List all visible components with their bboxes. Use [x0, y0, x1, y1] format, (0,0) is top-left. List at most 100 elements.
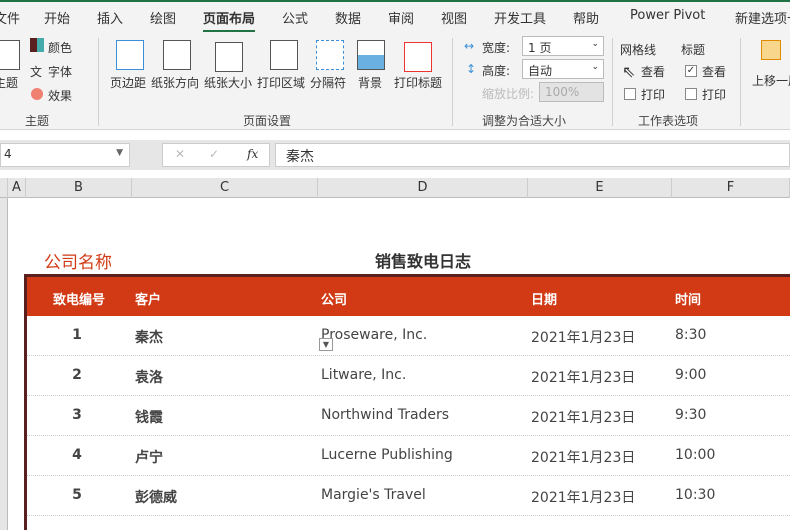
tab-file[interactable]: 文件	[0, 8, 20, 27]
header-customer[interactable]: 客户	[135, 289, 161, 308]
header-company[interactable]: 公司	[321, 289, 347, 308]
tab-draw[interactable]: 绘图	[150, 8, 176, 27]
cell-time[interactable]: 10:00	[675, 447, 715, 463]
enter-icon[interactable]: ✓	[209, 147, 219, 161]
column-header-f[interactable]: F	[672, 178, 790, 198]
print-area-button[interactable]: 打印区域	[257, 74, 305, 91]
height-icon: ↕	[466, 62, 477, 76]
fonts-icon: 文	[30, 65, 43, 79]
sheet-title[interactable]: 销售致电日志	[318, 248, 528, 272]
tab-help[interactable]: 帮助	[573, 8, 599, 27]
cell-date[interactable]: 2021年1月23日	[531, 327, 635, 347]
divider	[612, 38, 613, 126]
print-area-icon	[270, 40, 298, 70]
margins-button[interactable]: 页边距	[110, 74, 146, 91]
table-header: 致电编号 客户 公司 日期 时间	[27, 274, 790, 316]
themes-button[interactable]: 主题	[0, 74, 18, 91]
bring-forward-button[interactable]: 上移一层	[752, 72, 790, 89]
column-header-a[interactable]: A	[8, 178, 26, 198]
tab-page-layout[interactable]: 页面布局	[203, 8, 256, 33]
table-row: 4 卢宁 Lucerne Publishing 2021年1月23日 10:00	[27, 436, 790, 476]
header-call-id[interactable]: 致电编号	[53, 289, 105, 308]
company-name[interactable]: 公司名称	[44, 248, 112, 273]
cell-date[interactable]: 2021年1月23日	[531, 367, 635, 387]
group-label-theme: 主题	[25, 114, 50, 128]
cell-company[interactable]: Margie's Travel	[321, 487, 426, 503]
height-label: 高度:	[482, 64, 511, 78]
cell-customer[interactable]: 秦杰	[135, 327, 163, 347]
call-log-table: 致电编号 客户 公司 日期 时间 1 秦杰 Proseware, Inc. 2021年…	[24, 274, 790, 530]
header-date[interactable]: 日期	[531, 289, 557, 308]
width-dropdown[interactable]: 1 页 ⌄	[522, 36, 604, 56]
effects-button[interactable]: 效果	[48, 87, 72, 104]
cell-time[interactable]: 9:30	[675, 407, 706, 423]
ribbon-tabs: 文件 开始 插入 绘图 页面布局 公式 数据 审阅 视图 开发工具 帮助 Pow…	[0, 2, 790, 33]
tab-data[interactable]: 数据	[335, 8, 361, 27]
gridlines-print-label: 打印	[641, 88, 666, 102]
cell-company[interactable]: Lucerne Publishing	[321, 447, 453, 463]
tab-power-pivot[interactable]: Power Pivot	[630, 8, 705, 23]
cell-call-id[interactable]: 5	[27, 487, 127, 503]
height-value: 自动	[528, 64, 553, 78]
print-titles-button[interactable]: 打印标题	[394, 74, 442, 91]
fonts-button[interactable]: 字体	[48, 63, 72, 80]
tab-home[interactable]: 开始	[44, 8, 70, 27]
cell-customer[interactable]: 袁洛	[135, 367, 163, 387]
group-label-sheet-options: 工作表选项	[638, 114, 699, 128]
chevron-down-icon: ⌄	[591, 62, 599, 72]
headings-view-checkbox[interactable]: ✓	[685, 65, 697, 77]
dropdown-arrow-icon[interactable]: ▼	[319, 338, 333, 351]
table-row: 5 彭德威 Margie's Travel 2021年1月23日 10:30	[27, 476, 790, 516]
cell-date[interactable]: 2021年1月23日	[531, 487, 635, 507]
width-label: 宽度:	[482, 41, 511, 55]
gridlines-view-checkbox-label[interactable]: 查看	[641, 63, 665, 80]
column-header-b[interactable]: B	[26, 178, 132, 198]
cell-time[interactable]: 10:30	[675, 487, 715, 503]
cell-date[interactable]: 2021年1月23日	[531, 447, 635, 467]
scale-spinner[interactable]: 100%	[539, 82, 604, 102]
column-header-d[interactable]: D	[318, 178, 528, 198]
background-button[interactable]: 背景	[358, 74, 382, 91]
group-label-page-setup: 页面设置	[243, 114, 292, 128]
headings-print-checkbox[interactable]	[685, 88, 697, 100]
divider	[740, 38, 741, 126]
tab-view[interactable]: 视图	[441, 8, 467, 27]
cell-customer[interactable]: 钱霞	[135, 407, 163, 427]
cell-time[interactable]: 8:30	[675, 327, 706, 343]
gridlines-print-checkbox[interactable]	[624, 88, 636, 100]
tab-new[interactable]: 新建选项卡	[735, 8, 790, 27]
row-headers[interactable]	[0, 198, 8, 530]
cancel-icon[interactable]: ✕	[175, 147, 185, 161]
tab-formulas[interactable]: 公式	[282, 8, 308, 27]
orientation-icon	[163, 40, 191, 70]
cell-company[interactable]: Proseware, Inc.	[321, 327, 427, 343]
cell-call-id[interactable]: 2	[27, 367, 127, 383]
tab-developer[interactable]: 开发工具	[494, 8, 546, 27]
cell-call-id[interactable]: 1	[27, 327, 127, 343]
cell-call-id[interactable]: 3	[27, 407, 127, 423]
cell-company[interactable]: Litware, Inc.	[321, 367, 406, 383]
header-time[interactable]: 时间	[675, 289, 701, 308]
column-header-e[interactable]: E	[528, 178, 672, 198]
column-header-c[interactable]: C	[132, 178, 318, 198]
orientation-button[interactable]: 纸张方向	[151, 74, 199, 91]
select-all[interactable]	[0, 178, 8, 198]
size-icon	[215, 42, 243, 72]
name-box[interactable]: 4 ▼	[0, 143, 130, 167]
insert-function-icon[interactable]: fx	[247, 147, 258, 161]
cell-customer[interactable]: 卢宁	[135, 447, 163, 467]
cell-company[interactable]: Northwind Traders	[321, 407, 449, 423]
divider	[98, 38, 99, 126]
cell-customer[interactable]: 彭德威	[135, 487, 177, 507]
breaks-button[interactable]: 分隔符	[310, 74, 346, 91]
formula-input[interactable]: 秦杰	[275, 143, 790, 167]
cell-call-id[interactable]: 4	[27, 447, 127, 463]
colors-button[interactable]: 颜色	[48, 39, 72, 56]
cell-time[interactable]: 9:00	[675, 367, 706, 383]
height-dropdown[interactable]: 自动 ⌄	[522, 59, 604, 79]
cell-date[interactable]: 2021年1月23日	[531, 407, 635, 427]
tab-insert[interactable]: 插入	[97, 8, 123, 27]
tab-review[interactable]: 审阅	[388, 8, 414, 27]
size-button[interactable]: 纸张大小	[204, 74, 252, 91]
formula-buttons: ✕ ✓ fx	[162, 143, 270, 167]
